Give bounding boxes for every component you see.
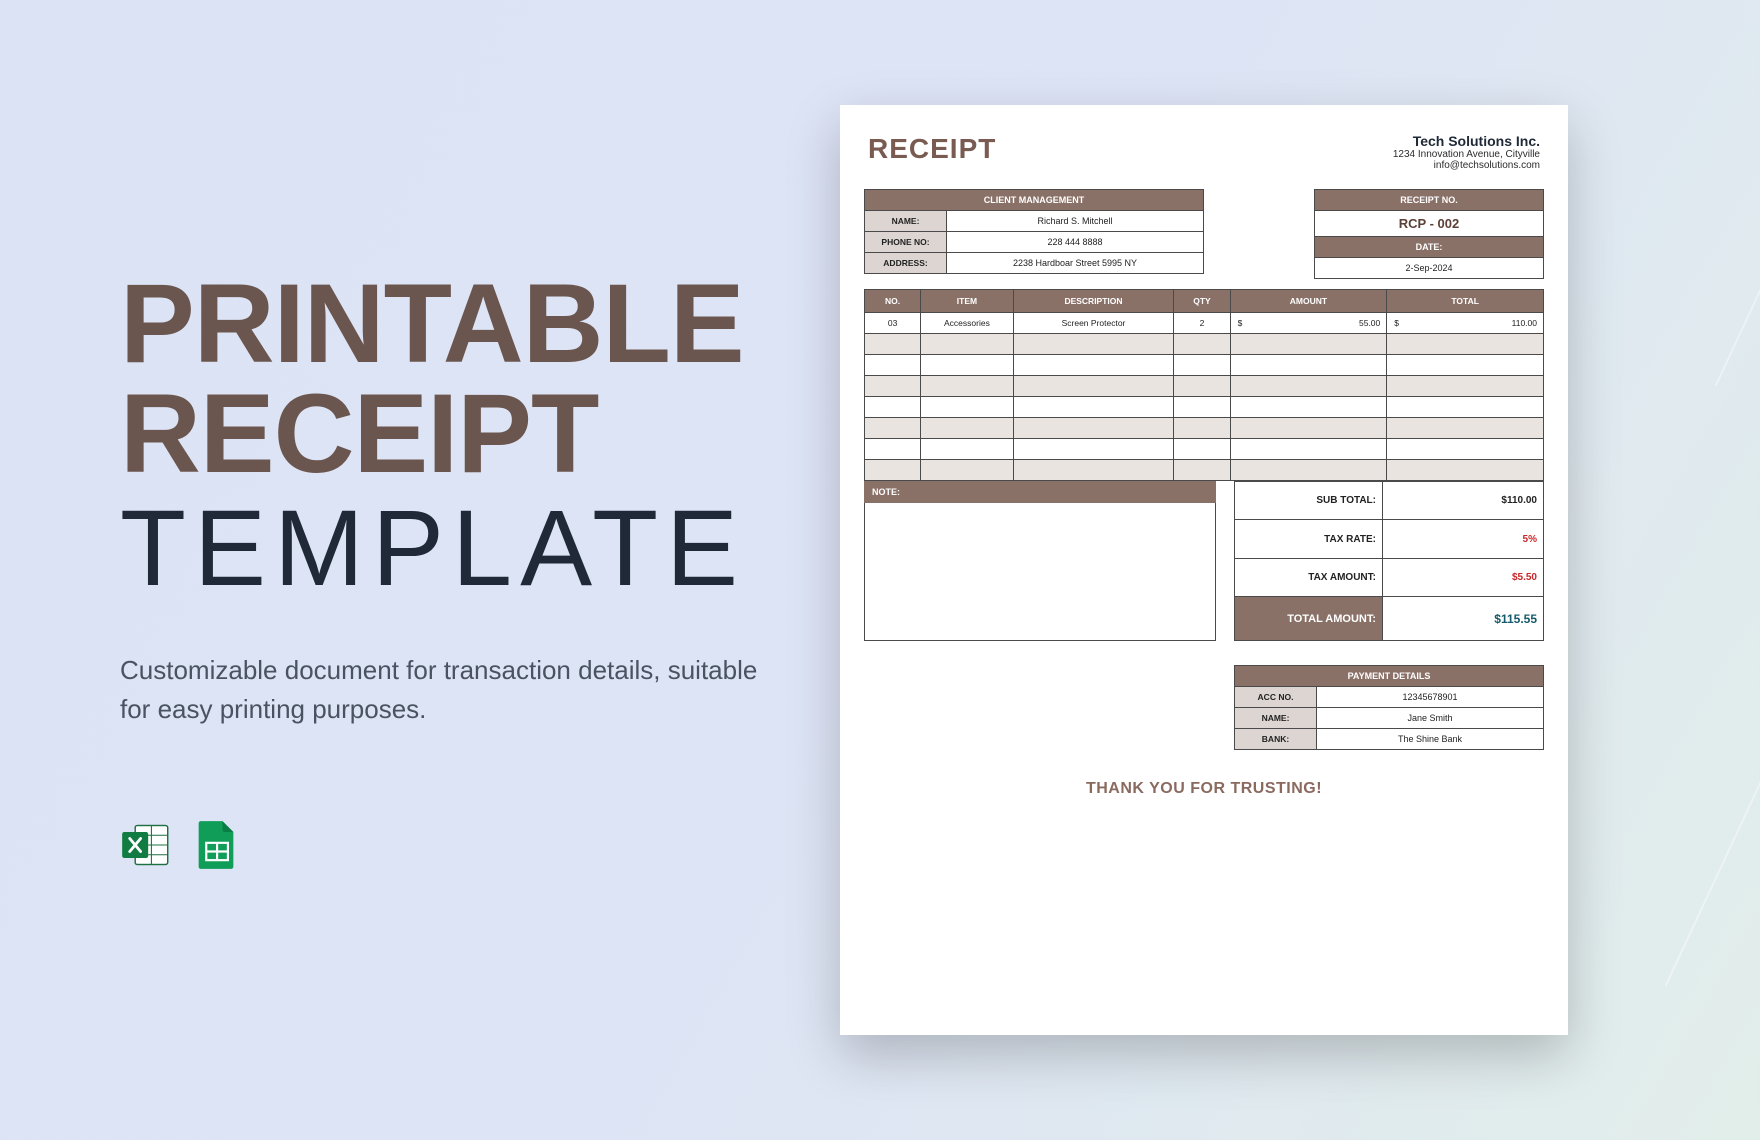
client-address-label: ADDRESS: (865, 253, 947, 274)
company-name: Tech Solutions Inc. (1393, 133, 1540, 149)
payment-header: PAYMENT DETAILS (1235, 666, 1544, 687)
col-desc: DESCRIPTION (1013, 290, 1174, 313)
title-line1: PRINTABLE (120, 269, 760, 379)
item-total: $110.00 (1387, 313, 1544, 334)
client-address: 2238 Hardboar Street 5995 NY (947, 253, 1204, 274)
col-amt: AMOUNT (1230, 290, 1387, 313)
receipt-title: RECEIPT (868, 133, 996, 165)
date-header: DATE: (1315, 237, 1544, 258)
client-phone-label: PHONE NO: (865, 232, 947, 253)
payment-name-label: NAME: (1235, 708, 1317, 729)
item-row (865, 355, 1544, 376)
taxrate-value: 5% (1383, 520, 1544, 558)
client-phone: 228 444 8888 (947, 232, 1204, 253)
promo-panel: PRINTABLE RECEIPT TEMPLATE Customizable … (120, 269, 760, 870)
payment-table: PAYMENT DETAILS ACC NO.12345678901 NAME:… (1234, 665, 1544, 750)
company-block: Tech Solutions Inc. 1234 Innovation Aven… (1393, 133, 1540, 171)
subtotal-label: SUB TOTAL: (1235, 482, 1383, 520)
promo-subtitle: Customizable document for transaction de… (120, 651, 760, 729)
taxamount-value: $5.50 (1383, 558, 1544, 596)
payment-acc-label: ACC NO. (1235, 687, 1317, 708)
date-value: 2-Sep-2024 (1315, 258, 1544, 279)
payment-bank-label: BANK: (1235, 729, 1317, 750)
client-header: CLIENT MANAGEMENT (865, 190, 1204, 211)
title-line2: RECEIPT (120, 379, 760, 489)
totals-table: SUB TOTAL:$110.00 TAX RATE:5% TAX AMOUNT… (1234, 481, 1544, 641)
excel-icon (120, 819, 172, 871)
item-row: 03AccessoriesScreen Protector2$55.00$110… (865, 313, 1544, 334)
receipt-document: RECEIPT Tech Solutions Inc. 1234 Innovat… (840, 105, 1568, 1035)
taxamount-label: TAX AMOUNT: (1235, 558, 1383, 596)
note-box: NOTE: (864, 481, 1216, 641)
format-icons (120, 819, 760, 871)
company-email: info@techsolutions.com (1393, 160, 1540, 171)
payment-name: Jane Smith (1317, 708, 1544, 729)
taxrate-label: TAX RATE: (1235, 520, 1383, 558)
payment-acc: 12345678901 (1317, 687, 1544, 708)
company-address: 1234 Innovation Avenue, Cityville (1393, 149, 1540, 160)
subtotal-value: $110.00 (1383, 482, 1544, 520)
item-desc: Screen Protector (1013, 313, 1174, 334)
note-label: NOTE: (864, 481, 1216, 503)
items-table: NO. ITEM DESCRIPTION QTY AMOUNT TOTAL 03… (864, 289, 1544, 481)
item-row (865, 418, 1544, 439)
col-qty: QTY (1174, 290, 1230, 313)
col-tot: TOTAL (1387, 290, 1544, 313)
total-value: $115.55 (1383, 597, 1544, 641)
item-qty: 2 (1174, 313, 1230, 334)
col-item: ITEM (921, 290, 1013, 313)
item-name: Accessories (921, 313, 1013, 334)
client-name: Richard S. Mitchell (947, 211, 1204, 232)
receipt-no-header: RECEIPT NO. (1315, 190, 1544, 211)
item-row (865, 376, 1544, 397)
thanks-message: THANK YOU FOR TRUSTING! (864, 780, 1544, 798)
item-row (865, 439, 1544, 460)
google-sheets-icon (190, 819, 242, 871)
col-no: NO. (865, 290, 921, 313)
item-amount: $55.00 (1230, 313, 1387, 334)
payment-bank: The Shine Bank (1317, 729, 1544, 750)
item-row (865, 397, 1544, 418)
total-label: TOTAL AMOUNT: (1235, 597, 1383, 641)
item-row (865, 334, 1544, 355)
receipt-meta-table: RECEIPT NO. RCP - 002 DATE: 2-Sep-2024 (1314, 189, 1544, 279)
item-row (865, 460, 1544, 481)
receipt-no-value: RCP - 002 (1315, 211, 1544, 237)
title-line3: TEMPLATE (120, 495, 760, 601)
client-table: CLIENT MANAGEMENT NAME:Richard S. Mitche… (864, 189, 1204, 274)
item-no: 03 (865, 313, 921, 334)
client-name-label: NAME: (865, 211, 947, 232)
